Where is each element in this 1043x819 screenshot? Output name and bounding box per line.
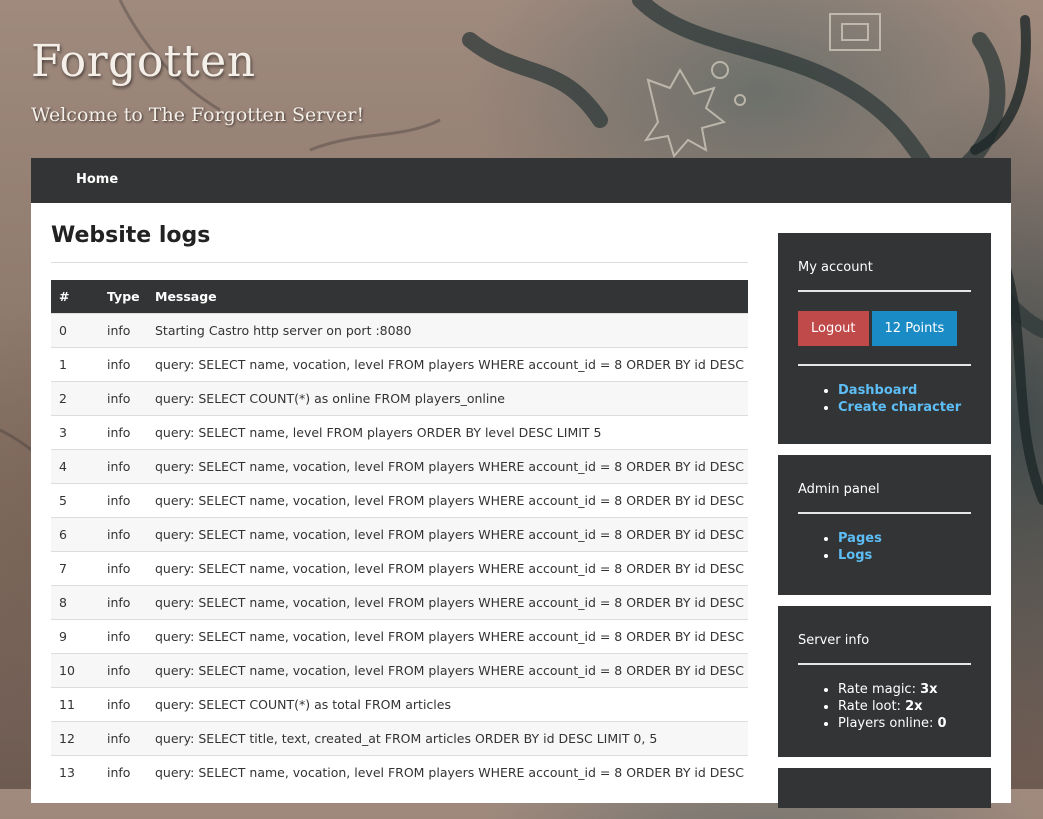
list-item: Dashboard	[838, 382, 971, 399]
main-panel: Website logs # Type Message 0 info Startin…	[31, 203, 1011, 808]
stat-label-rate-loot: Rate loot:	[838, 699, 901, 714]
table-row: 11 info query: SELECT COUNT(*) as total FR…	[51, 687, 748, 722]
log-type: info	[99, 517, 147, 552]
my-account-widget: My account Logout 12 Points Dashboard Cr…	[778, 233, 991, 444]
pages-link[interactable]: Pages	[838, 531, 882, 546]
table-row: 10 info query: SELECT name, vocation, leve…	[51, 653, 748, 688]
server-info-widget: Server info Rate magic: 3x Rate loot: 2x…	[778, 606, 991, 757]
log-id: 11	[51, 687, 99, 722]
log-type: info	[99, 619, 147, 654]
log-type: info	[99, 381, 147, 416]
table-row: 5 info query: SELECT name, vocation, level…	[51, 483, 748, 518]
log-message: query: SELECT name, vocation, level FROM…	[147, 347, 748, 382]
log-type: info	[99, 313, 147, 348]
log-id: 10	[51, 653, 99, 688]
table-row: 8 info query: SELECT name, vocation, level…	[51, 585, 748, 620]
admin-links: Pages Logs	[798, 514, 971, 584]
main-navbar: Home	[31, 158, 1011, 203]
log-id: 12	[51, 721, 99, 756]
content-area: Website logs # Type Message 0 info Startin…	[51, 223, 748, 789]
list-item: Rate loot: 2x	[838, 698, 971, 715]
log-type: info	[99, 653, 147, 688]
log-message: query: SELECT name, vocation, level FROM…	[147, 653, 748, 688]
table-row: 9 info query: SELECT name, vocation, level…	[51, 619, 748, 654]
table-header-row: # Type Message	[51, 280, 748, 314]
log-id: 2	[51, 381, 99, 416]
log-type: info	[99, 551, 147, 586]
column-header-id: #	[51, 280, 99, 314]
log-message: query: SELECT title, text, created_at FR…	[147, 721, 748, 756]
next-widget	[778, 768, 991, 808]
server-stats: Rate magic: 3x Rate loot: 2x Players onl…	[798, 665, 971, 752]
column-header-message: Message	[147, 280, 748, 314]
log-id: 5	[51, 483, 99, 518]
log-type: info	[99, 483, 147, 518]
table-row: 1 info query: SELECT name, vocation, level…	[51, 347, 748, 382]
log-message: Starting Castro http server on port :808…	[147, 313, 748, 348]
log-message: query: SELECT name, vocation, level FROM…	[147, 585, 748, 620]
create-character-link[interactable]: Create character	[838, 400, 961, 415]
account-buttons: Logout 12 Points	[798, 292, 971, 366]
points-button[interactable]: 12 Points	[871, 311, 958, 346]
log-id: 1	[51, 347, 99, 382]
table-row: 7 info query: SELECT name, vocation, level…	[51, 551, 748, 586]
page-title: Website logs	[51, 223, 748, 263]
logout-button[interactable]: Logout	[798, 311, 869, 346]
list-item: Pages	[838, 530, 971, 547]
table-row: 12 info query: SELECT title, text, created…	[51, 721, 748, 756]
account-links: Dashboard Create character	[798, 366, 971, 436]
admin-panel-widget: Admin panel Pages Logs	[778, 455, 991, 595]
dashboard-link[interactable]: Dashboard	[838, 383, 917, 398]
stat-value-players-online: 0	[937, 716, 947, 731]
log-id: 9	[51, 619, 99, 654]
log-type: info	[99, 755, 147, 789]
log-message: query: SELECT name, vocation, level FROM…	[147, 619, 748, 654]
log-type: info	[99, 415, 147, 450]
table-row: 13 info query: SELECT name, vocation, leve…	[51, 755, 748, 789]
log-type: info	[99, 449, 147, 484]
nav-item-home[interactable]: Home	[76, 172, 118, 187]
stat-label-rate-magic: Rate magic:	[838, 682, 916, 697]
site-title: Forgotten	[31, 36, 256, 87]
table-row: 0 info Starting Castro http server on port…	[51, 313, 748, 348]
stat-value-rate-magic: 3x	[920, 682, 938, 697]
log-id: 13	[51, 755, 99, 789]
table-row: 4 info query: SELECT name, vocation, level…	[51, 449, 748, 484]
list-item: Create character	[838, 399, 971, 416]
log-type: info	[99, 347, 147, 382]
log-message: query: SELECT name, level FROM players O…	[147, 415, 748, 450]
widget-title-server-info: Server info	[798, 626, 971, 665]
log-id: 0	[51, 313, 99, 348]
logs-link[interactable]: Logs	[838, 548, 872, 563]
column-header-type: Type	[99, 280, 147, 314]
log-message: query: SELECT name, vocation, level FROM…	[147, 483, 748, 518]
site-subtitle: Welcome to The Forgotten Server!	[31, 104, 365, 126]
table-row: 2 info query: SELECT COUNT(*) as online FR…	[51, 381, 748, 416]
table-row: 3 info query: SELECT name, level FROM play…	[51, 415, 748, 450]
list-item: Logs	[838, 547, 971, 564]
log-message: query: SELECT name, vocation, level FROM…	[147, 517, 748, 552]
log-type: info	[99, 585, 147, 620]
log-type: info	[99, 721, 147, 756]
log-id: 4	[51, 449, 99, 484]
log-message: query: SELECT COUNT(*) as online FROM pl…	[147, 381, 748, 416]
log-message: query: SELECT name, vocation, level FROM…	[147, 755, 748, 789]
log-id: 3	[51, 415, 99, 450]
log-message: query: SELECT name, vocation, level FROM…	[147, 449, 748, 484]
log-id: 7	[51, 551, 99, 586]
log-id: 6	[51, 517, 99, 552]
stat-label-players-online: Players online:	[838, 716, 934, 731]
log-type: info	[99, 687, 147, 722]
sidebar: My account Logout 12 Points Dashboard Cr…	[778, 233, 991, 819]
widget-title-admin-panel: Admin panel	[798, 475, 971, 514]
log-message: query: SELECT name, vocation, level FROM…	[147, 551, 748, 586]
table-row: 6 info query: SELECT name, vocation, level…	[51, 517, 748, 552]
stat-value-rate-loot: 2x	[905, 699, 923, 714]
list-item: Rate magic: 3x	[838, 681, 971, 698]
list-item: Players online: 0	[838, 715, 971, 732]
log-message: query: SELECT COUNT(*) as total FROM art…	[147, 687, 748, 722]
logs-table: # Type Message 0 info Starting Castro http…	[51, 280, 748, 789]
log-id: 8	[51, 585, 99, 620]
widget-title-my-account: My account	[798, 253, 971, 292]
